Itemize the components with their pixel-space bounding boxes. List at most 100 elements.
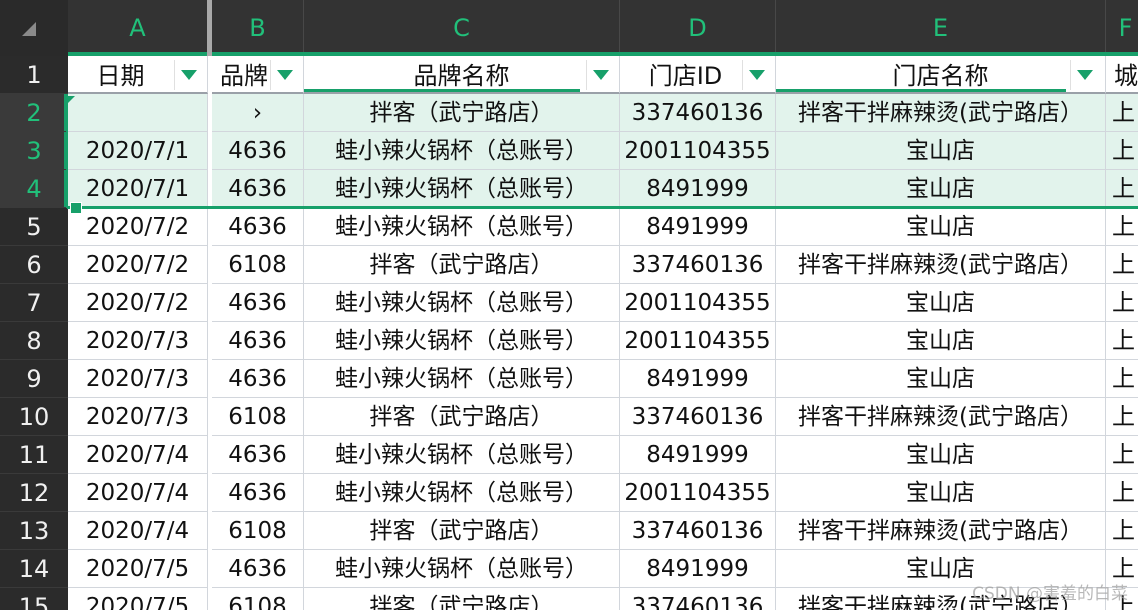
cell-store-name[interactable]: 宝山店 [776,322,1106,360]
cell-store-name[interactable]: 拌客干拌麻辣烫(武宁路店） [776,246,1106,284]
cell-city[interactable]: 上 [1106,436,1138,474]
cell-store-id[interactable]: 2001104355 [620,132,776,170]
cell-brand-name[interactable]: 蛙小辣火锅杯（总账号） [304,284,620,322]
cell-brand[interactable]: 4636 [212,322,304,360]
cell-brand[interactable]: 4636 [212,132,304,170]
row-header[interactable]: 13 [0,512,68,550]
cell-brand-name[interactable]: 蛙小辣火锅杯（总账号） [304,208,620,246]
cell-brand-name[interactable]: 拌客（武宁路店） [304,398,620,436]
cell-city[interactable]: 上 [1106,246,1138,284]
cell-date[interactable]: 2020/7/4 [68,474,208,512]
cell-store-name[interactable]: 拌客干拌麻辣烫(武宁路店） [776,398,1106,436]
row-header[interactable]: 2 [0,94,68,132]
row-header[interactable]: 7 [0,284,68,322]
cell-brand[interactable]: 4636 [212,436,304,474]
cell-store-id[interactable]: 8491999 [620,208,776,246]
filter-dropdown-icon[interactable] [586,60,614,90]
cell-date[interactable]: 2020/7/2 [68,246,208,284]
header-cell-city[interactable]: 城 [1106,56,1138,94]
cell-brand[interactable]: 4636 [212,170,304,208]
row-header[interactable]: 11 [0,436,68,474]
column-header-e[interactable]: E [776,0,1106,53]
column-header-c[interactable]: C [304,0,620,53]
cell-brand[interactable]: 4636 [212,474,304,512]
header-cell-date[interactable]: 日期 [68,56,208,94]
row-header[interactable]: 9 [0,360,68,398]
cell-store-id[interactable]: 337460136 [620,246,776,284]
cell-brand-name[interactable]: 蛙小辣火锅杯（总账号） [304,322,620,360]
cell-brand-name[interactable]: 蛙小辣火锅杯（总账号） [304,360,620,398]
row-header[interactable]: 12 [0,474,68,512]
cell-store-id[interactable]: 2001104355 [620,474,776,512]
cell-city[interactable]: 上 [1106,398,1138,436]
cell-store-name[interactable]: 拌客干拌麻辣烫(武宁路店） [776,94,1106,132]
filter-dropdown-icon[interactable] [1070,60,1098,90]
cell-brand[interactable]: 4636 [212,360,304,398]
cell-store-id[interactable]: 2001104355 [620,284,776,322]
cell-city[interactable]: 上 [1106,208,1138,246]
filter-dropdown-icon[interactable] [742,60,770,90]
row-header[interactable]: 4 [0,170,68,208]
cell-store-name[interactable]: 宝山店 [776,284,1106,322]
cell-store-id[interactable]: 337460136 [620,398,776,436]
column-header-a[interactable]: A [68,0,208,53]
cell-store-id[interactable]: 337460136 [620,588,776,610]
cell-brand[interactable]: 6108 [212,588,304,610]
column-header-d[interactable]: D [620,0,776,53]
cell-store-id[interactable]: 8491999 [620,360,776,398]
cell-city[interactable]: 上 [1106,512,1138,550]
cell-brand[interactable]: 6108 [212,398,304,436]
row-header[interactable]: 14 [0,550,68,588]
cell-city[interactable]: 上 [1106,474,1138,512]
row-header[interactable]: 10 [0,398,68,436]
cell-brand-name[interactable]: 拌客（武宁路店） [304,512,620,550]
cell-brand-name[interactable]: 蛙小辣火锅杯（总账号） [304,436,620,474]
freeze-pane-divider[interactable] [207,0,212,56]
cell-date[interactable]: 2020/7/3 [68,360,208,398]
cell-store-id[interactable]: 8491999 [620,436,776,474]
cell-brand[interactable]: › [212,94,304,132]
cell-brand[interactable]: 4636 [212,284,304,322]
row-header[interactable]: 6 [0,246,68,284]
cell-date[interactable]: 2020/7/2 [68,208,208,246]
row-header-1[interactable]: 1 [0,56,68,94]
cell-store-name[interactable]: 宝山店 [776,132,1106,170]
cell-brand-name[interactable]: 拌客（武宁路店） [304,588,620,610]
cell-date[interactable]: 2020/7/1 [68,170,208,208]
cell-store-name[interactable]: 宝山店 [776,360,1106,398]
select-all-button[interactable] [0,0,68,56]
cell-date[interactable]: 2020/7/2 [68,284,208,322]
cell-brand-name[interactable]: 蛙小辣火锅杯（总账号） [304,474,620,512]
cell-store-id[interactable]: 337460136 [620,94,776,132]
cell-store-name[interactable]: 拌客干拌麻辣烫(武宁路店） [776,512,1106,550]
cell-store-name[interactable]: 宝山店 [776,474,1106,512]
cell-brand[interactable]: 6108 [212,512,304,550]
cell-brand-name[interactable]: 蛙小辣火锅杯（总账号） [304,170,620,208]
row-header[interactable]: 15 [0,588,68,610]
row-header[interactable]: 5 [0,208,68,246]
column-header-b[interactable]: B [212,0,304,53]
cell-city[interactable]: 上 [1106,360,1138,398]
filter-dropdown-icon[interactable] [174,60,202,90]
cell-store-id[interactable]: 337460136 [620,512,776,550]
header-cell-brand[interactable]: 品牌 [212,56,304,94]
cell-brand-name[interactable]: 拌客（武宁路店） [304,246,620,284]
cell-date[interactable]: 2020/7/5 [68,550,208,588]
cell-date[interactable] [68,94,208,132]
cell-city[interactable]: 上 [1106,170,1138,208]
cell-store-name[interactable]: 宝山店 [776,208,1106,246]
cell-date[interactable]: 2020/7/4 [68,512,208,550]
cell-city[interactable]: 上 [1106,132,1138,170]
cell-brand[interactable]: 4636 [212,550,304,588]
cell-date[interactable]: 2020/7/1 [68,132,208,170]
header-cell-store-id[interactable]: 门店ID [620,56,776,94]
cell-date[interactable]: 2020/7/3 [68,398,208,436]
column-header-f[interactable]: F [1106,0,1138,53]
cell-store-name[interactable]: 宝山店 [776,170,1106,208]
cell-city[interactable]: 上 [1106,94,1138,132]
cell-brand-name[interactable]: 蛙小辣火锅杯（总账号） [304,132,620,170]
fill-handle-icon[interactable] [70,202,82,214]
cell-store-id[interactable]: 2001104355 [620,322,776,360]
cell-city[interactable]: 上 [1106,322,1138,360]
cell-date[interactable]: 2020/7/5 [68,588,208,610]
